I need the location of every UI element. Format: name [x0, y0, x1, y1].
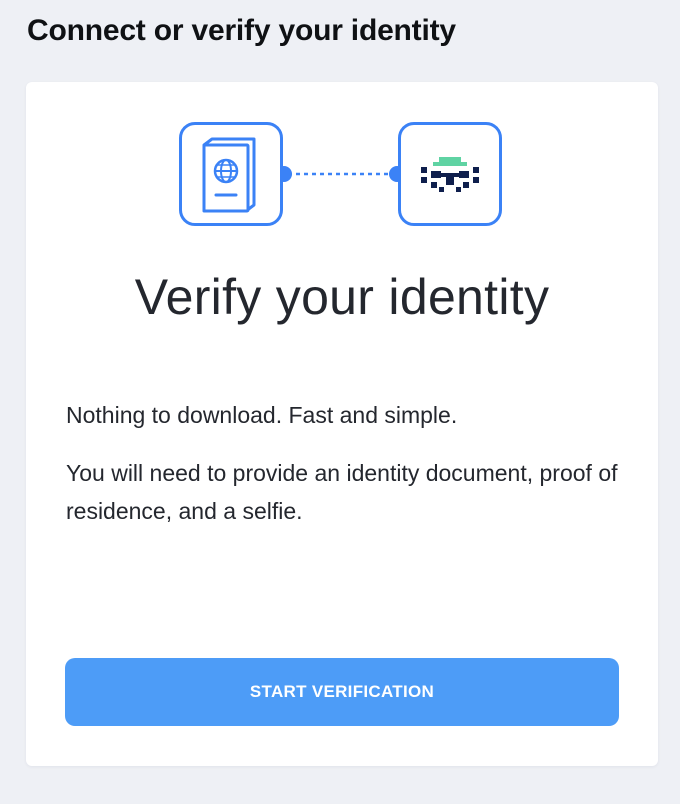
dotted-connector: [276, 166, 405, 182]
face-scan-icon: [421, 157, 479, 192]
page-title: Connect or verify your identity: [27, 14, 456, 47]
passport-icon: [202, 137, 256, 213]
card-title: Verify your identity: [134, 269, 550, 325]
verification-illustration: [26, 82, 658, 242]
face-scan-icon-box: [398, 122, 502, 226]
requirements-text: You will need to provide an identity doc…: [66, 460, 618, 524]
start-verification-button[interactable]: START VERIFICATION: [65, 658, 619, 726]
intro-text: Nothing to download. Fast and simple.: [66, 402, 458, 428]
passport-icon-box: [179, 122, 283, 226]
verification-card: Verify your identity Nothing to download…: [26, 82, 658, 766]
